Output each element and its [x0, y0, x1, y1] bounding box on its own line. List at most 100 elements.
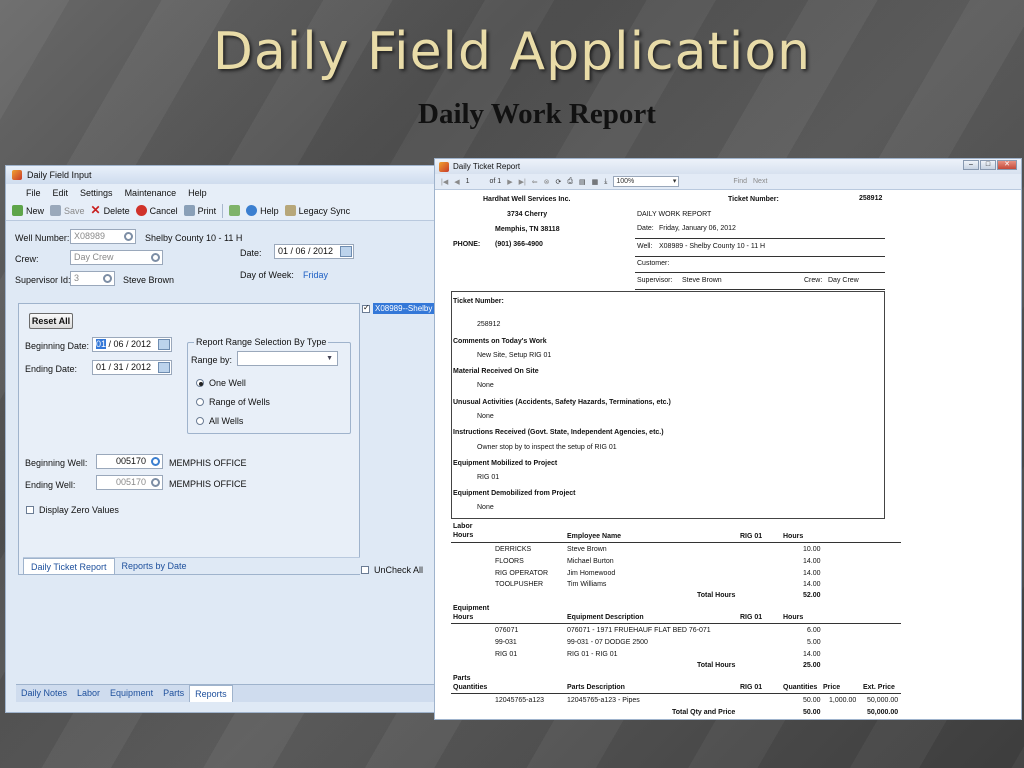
refresh-icon — [229, 205, 241, 216]
reset-all-button[interactable]: Reset All — [29, 313, 73, 329]
minimize-button[interactable]: – — [963, 160, 979, 170]
equipment-code: 99-031 — [495, 639, 517, 646]
parts-ext-price: 50,000.00 — [867, 697, 899, 704]
find-link[interactable]: Find — [733, 178, 747, 185]
lookup-icon[interactable] — [151, 478, 160, 487]
radio-one-well[interactable]: One Well — [196, 378, 246, 388]
save-label: Save — [64, 205, 85, 216]
divider — [451, 623, 901, 624]
checkbox-icon[interactable] — [362, 303, 370, 313]
prev-page-icon[interactable]: ◀ — [454, 178, 459, 186]
ending-date-input[interactable]: 01 / 31 / 2012 — [92, 360, 172, 375]
refresh-button[interactable] — [229, 205, 241, 216]
date-input[interactable]: 01 / 06 / 2012 — [274, 244, 354, 259]
equipment-col-hours: Hours — [783, 614, 804, 621]
section-heading: Unusual Activities (Accidents, Safety Ha… — [453, 399, 671, 406]
list-item[interactable]: X08989--Shelby — [362, 303, 434, 314]
new-button[interactable]: New — [12, 205, 44, 216]
beginning-date-input[interactable]: 01 / 06 / 2012 — [92, 337, 172, 352]
zoom-select[interactable]: 100% — [613, 176, 680, 187]
section-value: None — [477, 413, 494, 420]
well-number-input[interactable]: X08989 — [70, 229, 136, 244]
lookup-icon[interactable] — [103, 274, 112, 283]
radio-range-of-wells[interactable]: Range of Wells — [196, 397, 270, 407]
page-setup-icon[interactable]: ▦ — [592, 178, 599, 186]
close-button[interactable]: ✕ — [997, 160, 1017, 170]
beginning-well-input[interactable]: 005170 — [96, 454, 163, 469]
menu-help[interactable]: Help — [182, 188, 213, 198]
equipment-total: 25.00 — [803, 662, 821, 669]
labor-hours: 10.00 — [803, 546, 821, 553]
display-zero-values-checkbox[interactable]: Display Zero Values — [26, 505, 119, 515]
last-page-icon[interactable]: ▶| — [519, 178, 526, 186]
next-link[interactable]: Next — [753, 178, 767, 185]
print-layout-icon[interactable]: ▤ — [579, 178, 586, 186]
uncheck-all-checkbox[interactable]: UnCheck All — [361, 565, 423, 575]
report-window-title: Daily Ticket Report — [453, 162, 521, 171]
crew-input[interactable]: Day Crew — [70, 250, 163, 265]
first-page-icon[interactable]: |◀ — [441, 178, 448, 186]
ending-date-label: Ending Date: — [25, 364, 78, 374]
help-button[interactable]: Help — [246, 205, 279, 216]
date-value: 01 / 06 / 2012 — [278, 246, 334, 256]
ending-well-input[interactable]: 005170 — [96, 475, 163, 490]
cancel-button[interactable]: Cancel — [135, 205, 178, 216]
tab-reports-by-date[interactable]: Reports by Date — [115, 558, 194, 574]
export-icon[interactable]: ⤓ — [604, 178, 607, 186]
radio-all-wells[interactable]: All Wells — [196, 416, 243, 426]
menu-settings[interactable]: Settings — [74, 188, 119, 198]
ending-well-value: 005170 — [115, 477, 146, 487]
range-by-select[interactable]: ▼ — [237, 351, 338, 366]
page-current[interactable]: 1 — [466, 178, 470, 185]
maximize-button[interactable]: □ — [980, 160, 996, 170]
lookup-icon[interactable] — [124, 232, 133, 241]
crew-label: Crew: — [804, 277, 823, 284]
print-icon[interactable]: ⎙ — [567, 178, 573, 186]
bottom-tabs: Daily Notes Labor Equipment Parts Report… — [16, 684, 434, 702]
section-value: 258912 — [477, 321, 501, 328]
labor-heading: Labor — [453, 523, 473, 530]
menu-maintenance[interactable]: Maintenance — [119, 188, 183, 198]
divider — [635, 289, 885, 290]
legacy-sync-button[interactable]: Legacy Sync — [284, 205, 350, 216]
equipment-heading: Equipment — [453, 605, 490, 612]
tab-labor[interactable]: Labor — [72, 685, 105, 702]
report-name: DAILY WORK REPORT — [637, 211, 712, 218]
tab-equipment[interactable]: Equipment — [105, 685, 158, 702]
back-icon[interactable]: ⇐ — [532, 178, 538, 186]
print-button[interactable]: Print — [183, 205, 216, 216]
tab-reports[interactable]: Reports — [189, 685, 233, 702]
report-range-group-title: Report Range Selection By Type — [194, 337, 329, 347]
phone-label: PHONE: — [453, 241, 481, 248]
labor-employee: Jim Homewood — [567, 570, 616, 577]
refresh-icon[interactable]: ⟳ — [556, 178, 562, 186]
help-icon — [246, 205, 258, 216]
radio-dot-icon — [196, 417, 204, 425]
ticket-number-value: 258912 — [859, 195, 883, 202]
delete-button[interactable]: ✕ Delete — [91, 204, 130, 216]
next-page-icon[interactable]: ▶ — [507, 178, 512, 186]
beginning-well-office: MEMPHIS OFFICE — [169, 458, 247, 468]
tab-daily-ticket-report[interactable]: Daily Ticket Report — [23, 558, 115, 574]
crew-value: Day Crew — [828, 277, 859, 284]
well-listbox: X08989--Shelby — [362, 303, 434, 319]
equipment-heading-hours: Hours — [453, 614, 474, 621]
cancel-icon — [135, 205, 147, 216]
menu-file[interactable]: File — [20, 188, 47, 198]
tab-daily-notes[interactable]: Daily Notes — [16, 685, 72, 702]
save-button[interactable]: Save — [50, 205, 85, 216]
section-heading: Equipment Mobilized to Project — [453, 460, 558, 467]
stop-icon[interactable]: ⊗ — [544, 178, 550, 186]
calendar-icon[interactable] — [158, 362, 170, 373]
calendar-icon[interactable] — [340, 246, 352, 257]
equipment-hours: 6.00 — [807, 627, 821, 634]
lookup-icon[interactable] — [151, 457, 160, 466]
tab-parts[interactable]: Parts — [158, 685, 189, 702]
calendar-icon[interactable] — [158, 339, 170, 350]
supervisor-id-input[interactable]: 3 — [70, 271, 115, 286]
company-address1: 3734 Cherry — [507, 211, 548, 218]
daily-field-input-window: Daily Field Input File Edit Settings Mai… — [5, 165, 435, 713]
lookup-icon[interactable] — [151, 253, 160, 262]
section-heading: Material Received On Site — [453, 368, 539, 375]
menu-edit[interactable]: Edit — [47, 188, 75, 198]
